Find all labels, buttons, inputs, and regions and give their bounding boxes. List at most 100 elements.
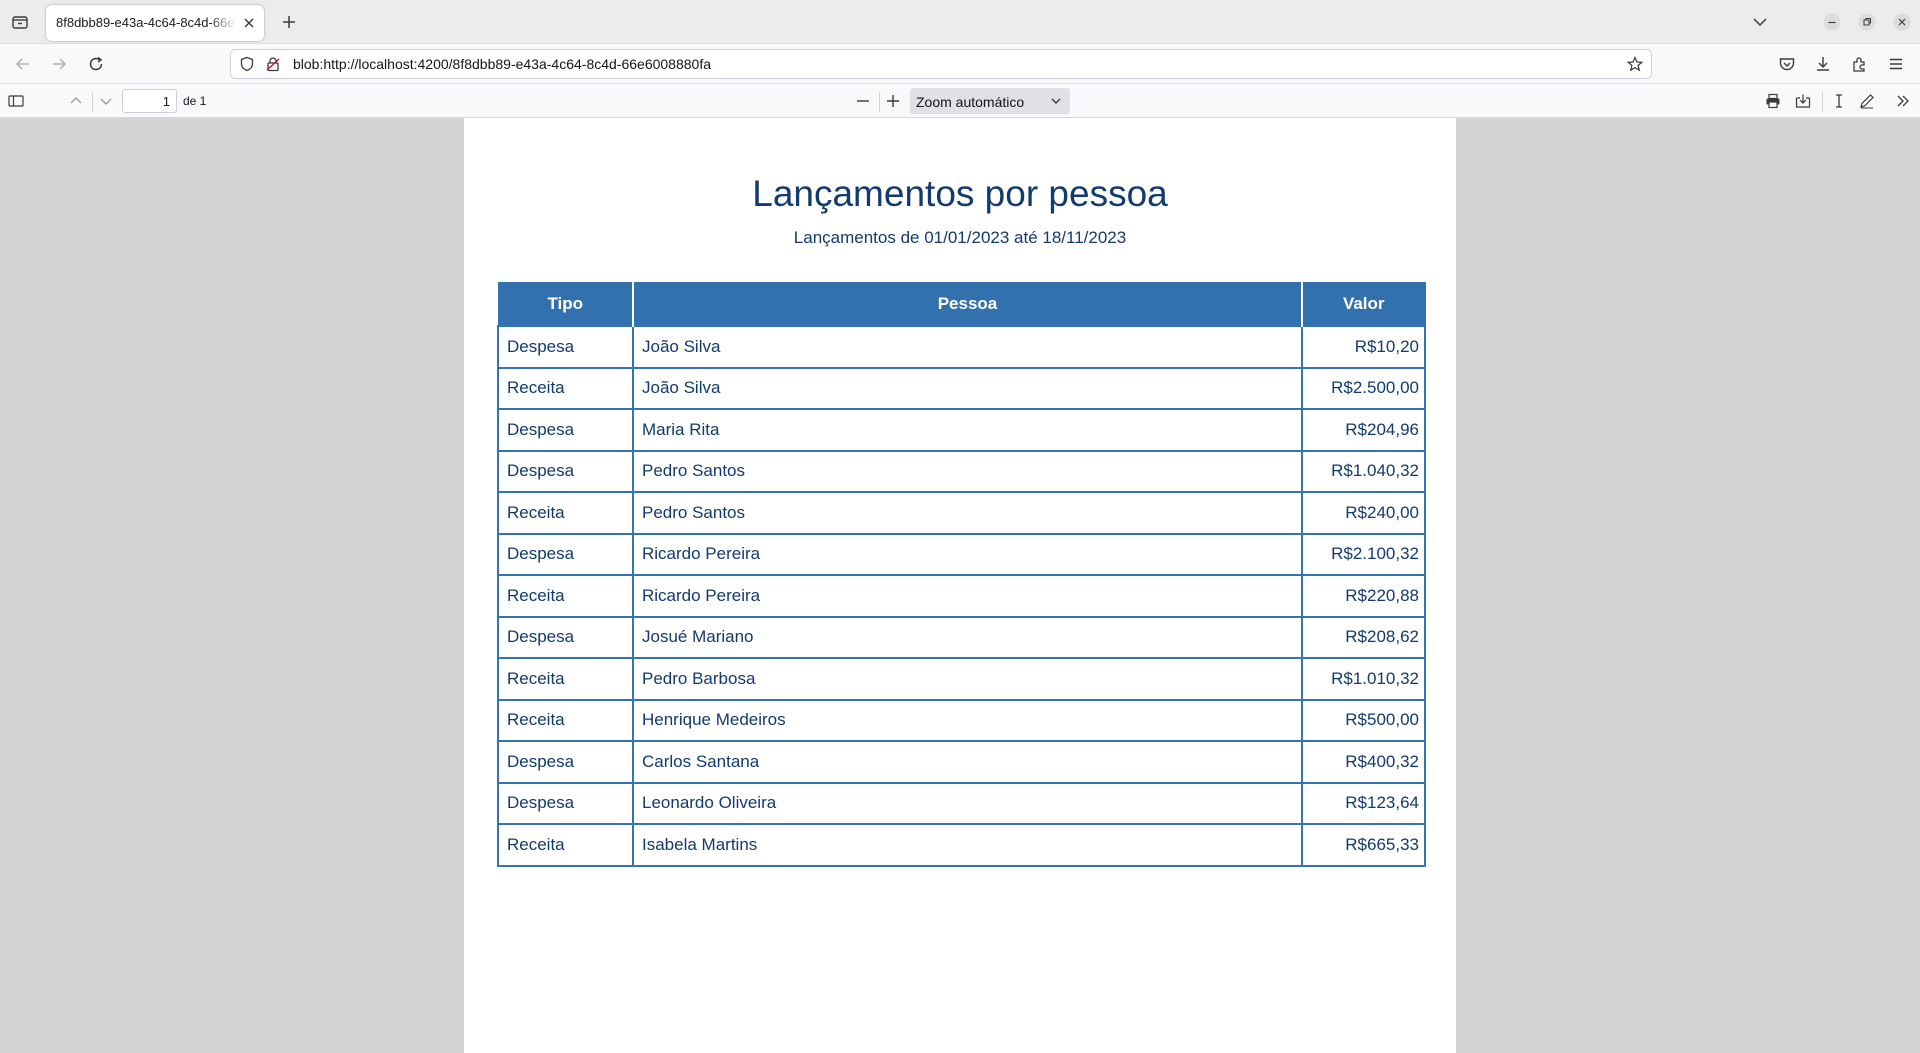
cell-tipo: Despesa xyxy=(497,325,634,369)
cell-pessoa: Ricardo Pereira xyxy=(632,574,1303,618)
cell-tipo: Despesa xyxy=(497,615,634,659)
cell-valor: R$208,62 xyxy=(1301,615,1426,659)
zoom-in-icon[interactable] xyxy=(884,92,902,110)
cell-tipo: Receita xyxy=(497,574,634,618)
cell-valor: R$665,33 xyxy=(1301,823,1426,867)
cell-valor: R$1.040,32 xyxy=(1301,449,1426,493)
cell-valor: R$220,88 xyxy=(1301,574,1426,618)
reload-icon[interactable] xyxy=(86,54,106,74)
cell-valor: R$1.010,32 xyxy=(1301,657,1426,701)
print-icon[interactable] xyxy=(1764,92,1782,110)
close-window-icon[interactable] xyxy=(1893,13,1911,31)
browser-tab[interactable]: 8f8dbb89-e43a-4c64-8c4d-66e6008880fa xyxy=(46,5,264,41)
cell-tipo: Despesa xyxy=(497,408,634,452)
back-arrow-icon[interactable] xyxy=(13,54,33,74)
cell-pessoa: Ricardo Pereira xyxy=(632,532,1303,576)
table-row: Despesa Josué Mariano R$208,62 xyxy=(497,615,1426,659)
cell-tipo: Receita xyxy=(497,491,634,535)
shield-icon[interactable] xyxy=(239,56,255,72)
cell-pessoa: Carlos Santana xyxy=(632,740,1303,784)
table-row: Receita Isabela Martins R$665,33 xyxy=(497,823,1426,867)
cell-valor: R$2.500,00 xyxy=(1301,366,1426,410)
page-number-input[interactable]: 1 xyxy=(122,89,177,113)
extensions-icon[interactable] xyxy=(1850,54,1870,74)
table-row: Receita Pedro Barbosa R$1.010,32 xyxy=(497,657,1426,701)
more-tools-icon[interactable] xyxy=(1894,92,1912,110)
pdf-page: Lançamentos por pessoa Lançamentos de 01… xyxy=(464,118,1456,1053)
column-header-tipo: Tipo xyxy=(497,282,634,327)
table-row: Despesa Maria Rita R$204,96 xyxy=(497,408,1426,452)
cell-tipo: Receita xyxy=(497,698,634,742)
table-row: Receita Pedro Santos R$240,00 xyxy=(497,491,1426,535)
table-row: Despesa Carlos Santana R$400,32 xyxy=(497,740,1426,784)
table-row: Receita João Silva R$2.500,00 xyxy=(497,366,1426,410)
chevron-down-icon xyxy=(1048,93,1064,109)
cell-pessoa: Henrique Medeiros xyxy=(632,698,1303,742)
table-header-row: Tipo Pessoa Valor xyxy=(497,282,1426,327)
zoom-select[interactable]: Zoom automático xyxy=(910,88,1070,114)
cell-valor: R$2.100,32 xyxy=(1301,532,1426,576)
lock-icon[interactable] xyxy=(265,56,281,72)
cell-tipo: Despesa xyxy=(497,740,634,784)
page-down-icon[interactable] xyxy=(97,92,115,110)
column-header-valor: Valor xyxy=(1301,282,1426,327)
cell-valor: R$240,00 xyxy=(1301,491,1426,535)
plus-icon[interactable] xyxy=(280,13,298,31)
cell-pessoa: Pedro Santos xyxy=(632,449,1303,493)
document-subtitle: Lançamentos de 01/01/2023 até 18/11/2023 xyxy=(793,228,1127,247)
column-header-pessoa: Pessoa xyxy=(632,282,1303,327)
table-row: Receita Ricardo Pereira R$220,88 xyxy=(497,574,1426,618)
cell-valor: R$400,32 xyxy=(1301,740,1426,784)
cell-pessoa: Isabela Martins xyxy=(632,823,1303,867)
navigation-bar: blob:http://localhost:4200/8f8dbb89-e43a… xyxy=(0,44,1920,84)
cell-pessoa: João Silva xyxy=(632,325,1303,369)
cell-pessoa: Maria Rita xyxy=(632,408,1303,452)
table-row: Despesa João Silva R$10,20 xyxy=(497,325,1426,369)
report-table: Tipo Pessoa Valor Despesa João Silva R$10,… xyxy=(497,282,1426,867)
cell-pessoa: Pedro Santos xyxy=(632,491,1303,535)
cell-valor: R$500,00 xyxy=(1301,698,1426,742)
cell-tipo: Despesa xyxy=(497,449,634,493)
zoom-out-icon[interactable] xyxy=(854,92,872,110)
cell-valor: R$123,64 xyxy=(1301,781,1426,825)
page-up-icon[interactable] xyxy=(67,92,85,110)
text-tool-icon[interactable] xyxy=(1830,92,1848,110)
table-row: Receita Henrique Medeiros R$500,00 xyxy=(497,698,1426,742)
pdf-toolbar: 1 de 1 Zoom automático xyxy=(0,84,1920,118)
sidebar-toggle-icon[interactable] xyxy=(7,92,25,110)
restore-icon[interactable] xyxy=(1858,13,1876,31)
tab-list-icon[interactable] xyxy=(10,12,30,32)
cell-tipo: Receita xyxy=(497,366,634,410)
table-row: Despesa Pedro Santos R$1.040,32 xyxy=(497,449,1426,493)
cell-valor: R$10,20 xyxy=(1301,325,1426,369)
tab-title: 8f8dbb89-e43a-4c64-8c4d-66e6008880fa xyxy=(56,15,236,30)
save-icon[interactable] xyxy=(1794,92,1812,110)
page-count: de 1 xyxy=(183,94,207,108)
cell-tipo: Receita xyxy=(497,657,634,701)
draw-icon[interactable] xyxy=(1858,92,1876,110)
url-bar[interactable]: blob:http://localhost:4200/8f8dbb89-e43a… xyxy=(230,49,1652,79)
document-title: Lançamentos por pessoa xyxy=(752,173,1168,214)
download-icon[interactable] xyxy=(1813,54,1833,74)
cell-tipo: Despesa xyxy=(497,532,634,576)
pdf-viewer[interactable]: Lançamentos por pessoa Lançamentos de 01… xyxy=(0,118,1920,1053)
cell-pessoa: Josué Mariano xyxy=(632,615,1303,659)
chevron-down-icon[interactable] xyxy=(1751,13,1769,31)
cell-pessoa: João Silva xyxy=(632,366,1303,410)
tab-strip: 8f8dbb89-e43a-4c64-8c4d-66e6008880fa xyxy=(0,0,1920,44)
forward-arrow-icon[interactable] xyxy=(49,54,69,74)
cell-tipo: Despesa xyxy=(497,781,634,825)
cell-tipo: Receita xyxy=(497,823,634,867)
cell-valor: R$204,96 xyxy=(1301,408,1426,452)
table-row: Despesa Ricardo Pereira R$2.100,32 xyxy=(497,532,1426,576)
pocket-icon[interactable] xyxy=(1777,54,1797,74)
star-icon[interactable] xyxy=(1627,56,1643,72)
menu-icon[interactable] xyxy=(1886,54,1906,74)
table-row: Despesa Leonardo Oliveira R$123,64 xyxy=(497,781,1426,825)
close-icon[interactable] xyxy=(242,16,256,30)
zoom-label: Zoom automático xyxy=(916,94,1025,110)
url-text: blob:http://localhost:4200/8f8dbb89-e43a… xyxy=(293,56,711,72)
cell-pessoa: Pedro Barbosa xyxy=(632,657,1303,701)
minimize-icon[interactable] xyxy=(1823,13,1841,31)
cell-pessoa: Leonardo Oliveira xyxy=(632,781,1303,825)
